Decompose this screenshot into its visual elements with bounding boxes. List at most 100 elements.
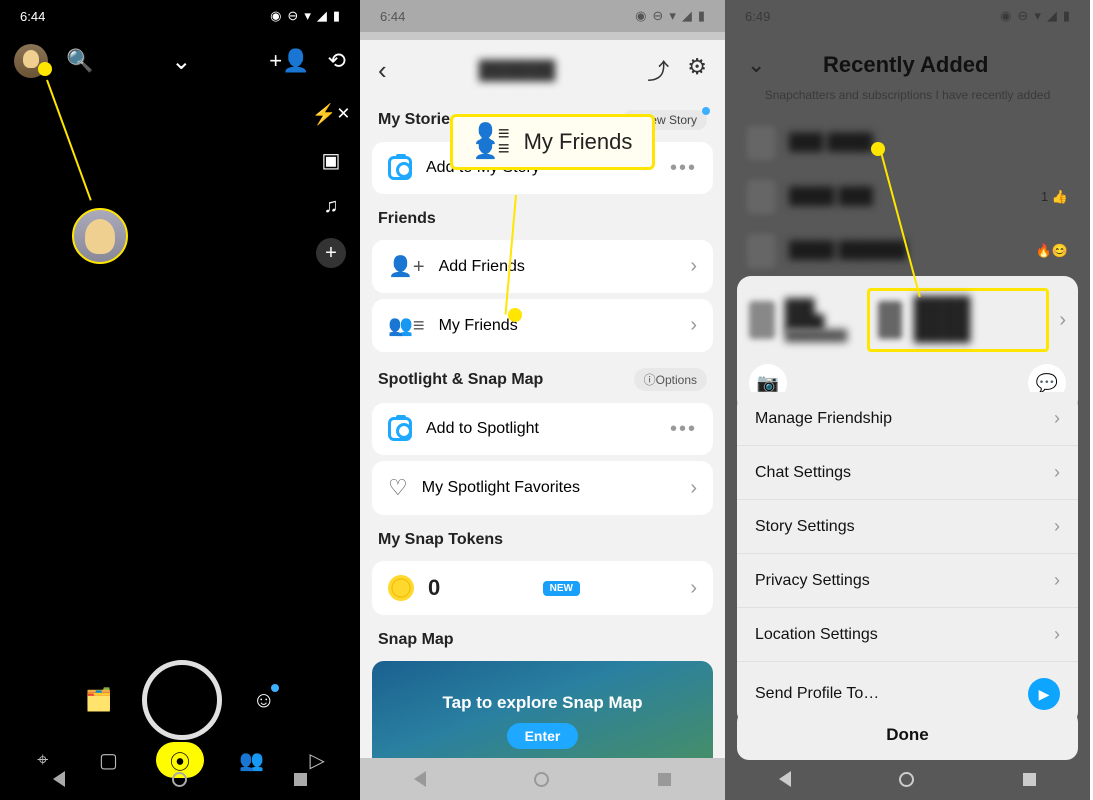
android-nav: [0, 758, 360, 800]
annotation-line: [46, 80, 92, 201]
friend-name: ███ ████: [789, 134, 873, 152]
manage-friendship-row[interactable]: Manage Friendship ›: [737, 392, 1078, 446]
chevron-right-icon: ›: [690, 255, 697, 278]
new-badge: NEW: [543, 581, 580, 596]
options-button[interactable]: ⓘOptions: [634, 368, 707, 391]
friend-row[interactable]: ████ ███ 1 👍: [725, 170, 1090, 224]
chevron-right-icon: ›: [690, 314, 697, 337]
nav-home[interactable]: [172, 772, 187, 787]
add-spotlight-row[interactable]: Add to Spotlight •••: [372, 403, 713, 455]
profile-screen: 6:44 ◉ ⊖ ▾ ◢ ▮ ‹ ██████ ⤴ ⚙ My Stories +…: [360, 0, 725, 800]
tokens-row[interactable]: 0 NEW ›: [372, 561, 713, 615]
done-button[interactable]: Done: [737, 710, 1078, 760]
chat-settings-row[interactable]: Chat Settings ›: [737, 446, 1078, 500]
status-icons: ◉ ⊖ ▾ ◢ ▮: [270, 8, 340, 24]
friend-badge: 🔥😊: [1036, 243, 1068, 259]
status-icons: ◉ ⊖ ▾ ◢ ▮: [635, 8, 705, 24]
nav-recents[interactable]: [658, 773, 671, 786]
switch-camera-icon[interactable]: ⟲: [328, 48, 346, 74]
nav-home[interactable]: [899, 772, 914, 787]
callout-name: ████ ████: [914, 297, 997, 343]
rail-add-icon[interactable]: +: [316, 238, 346, 268]
profile-name: ███ ████: [785, 298, 847, 330]
more-icon[interactable]: •••: [670, 157, 697, 180]
collapse-icon[interactable]: ⌄: [747, 52, 765, 78]
spotlight-favs-label: My Spotlight Favorites: [422, 479, 580, 497]
snapmap-header: Snap Map: [378, 631, 454, 649]
status-bar: 6:44 ◉ ⊖ ▾ ◢ ▮: [360, 0, 725, 32]
battery-icon: ▮: [333, 8, 340, 24]
search-icon[interactable]: 🔍: [66, 48, 93, 74]
gallery-icon[interactable]: 🗂️: [85, 687, 112, 713]
nav-back[interactable]: [414, 771, 426, 787]
chevron-right-icon: ›: [1054, 462, 1060, 483]
signal-icon: ◢: [317, 8, 327, 24]
location-settings-row[interactable]: Location Settings ›: [737, 608, 1078, 662]
avatar: [747, 126, 775, 160]
android-nav: [725, 758, 1090, 800]
friends-list-icon: 👤≡👤≡: [473, 127, 510, 157]
heart-icon: ♡: [388, 475, 408, 501]
token-value: 0: [428, 575, 440, 601]
wifi-icon: ▾: [669, 8, 676, 24]
chevron-right-icon: ›: [1054, 516, 1060, 537]
share-icon[interactable]: ⤴: [647, 54, 669, 86]
avatar: [878, 301, 902, 339]
nav-recents[interactable]: [294, 773, 307, 786]
my-friends-row[interactable]: 👥≡ My Friends ›: [372, 299, 713, 352]
camera-screen: 6:44 ◉ ⊖ ▾ ◢ ▮ 🔍 ⌄ +👤 ⟲ ⚡✕ ▣ ♫ + 🗂️ ☺ ⌖: [0, 0, 360, 800]
profile-username: ██████: [479, 60, 556, 81]
snap-map-card[interactable]: Tap to explore Snap Map Enter: [372, 661, 713, 758]
map-text: Tap to explore Snap Map: [443, 693, 643, 713]
avatar: [747, 234, 775, 268]
friends-header: Friends: [378, 210, 436, 228]
story-settings-row[interactable]: Story Settings ›: [737, 500, 1078, 554]
video-icon[interactable]: ▣: [317, 146, 345, 174]
dnd-icon: ⊖: [287, 8, 298, 24]
more-icon[interactable]: •••: [670, 418, 697, 441]
annotation-dot: [871, 142, 885, 156]
gear-icon[interactable]: ⚙: [687, 54, 707, 86]
camera-rail: ⚡✕ ▣ ♫ +: [316, 100, 346, 268]
friend-row[interactable]: ███ ████: [725, 116, 1090, 170]
profile-header: ‹ ██████ ⤴ ⚙: [360, 40, 725, 100]
camera-topbar: 🔍 ⌄ +👤 ⟲: [0, 32, 360, 90]
privacy-settings-row[interactable]: Privacy Settings ›: [737, 554, 1078, 608]
chevron-right-icon: ›: [1054, 624, 1060, 645]
nav-recents[interactable]: [1023, 773, 1036, 786]
recently-added-screen: 6:49 ◉ ⊖ ▾ ◢ ▮ ⌄ Recently Added Snapchat…: [725, 0, 1090, 800]
spotlight-favs-row[interactable]: ♡ My Spotlight Favorites ›: [372, 461, 713, 515]
chevron-right-icon[interactable]: ›: [1059, 309, 1066, 332]
annotation-dot: [38, 62, 52, 76]
chevron-right-icon: ›: [690, 577, 697, 600]
flash-icon[interactable]: ⚡✕: [317, 100, 345, 128]
friend-settings-list: Manage Friendship › Chat Settings › Stor…: [737, 392, 1078, 726]
callout-text: My Friends: [524, 129, 633, 155]
avatar-callout: [72, 208, 128, 264]
back-icon[interactable]: ‹: [378, 55, 387, 86]
shutter-button[interactable]: [142, 660, 222, 740]
nav-back[interactable]: [779, 771, 791, 787]
annotation-dot: [508, 308, 522, 322]
add-friends-row[interactable]: 👤+ Add Friends ›: [372, 240, 713, 293]
lens-icon[interactable]: ☺: [252, 687, 274, 713]
nav-back[interactable]: [53, 771, 65, 787]
profile-sub: ████████: [785, 330, 847, 342]
chevron-down-icon[interactable]: ⌄: [171, 47, 191, 76]
music-icon[interactable]: ♫: [317, 192, 345, 220]
status-time: 6:44: [380, 9, 405, 24]
camera-icon: [388, 417, 412, 441]
add-friend-icon[interactable]: +👤: [269, 48, 309, 74]
add-friends-label: Add Friends: [439, 258, 525, 276]
add-friend-icon: 👤+: [388, 254, 425, 279]
vibrate-icon: ◉: [270, 8, 281, 24]
name-callout: ████ ████: [867, 288, 1049, 352]
add-spotlight-label: Add to Spotlight: [426, 420, 539, 438]
nav-home[interactable]: [534, 772, 549, 787]
friend-badge: 1 👍: [1041, 189, 1068, 205]
recently-added-header: ⌄ Recently Added: [725, 32, 1090, 84]
token-icon: [388, 575, 414, 601]
tokens-header: My Snap Tokens: [378, 531, 503, 549]
chevron-right-icon: ›: [1054, 408, 1060, 429]
enter-button[interactable]: Enter: [507, 723, 579, 749]
